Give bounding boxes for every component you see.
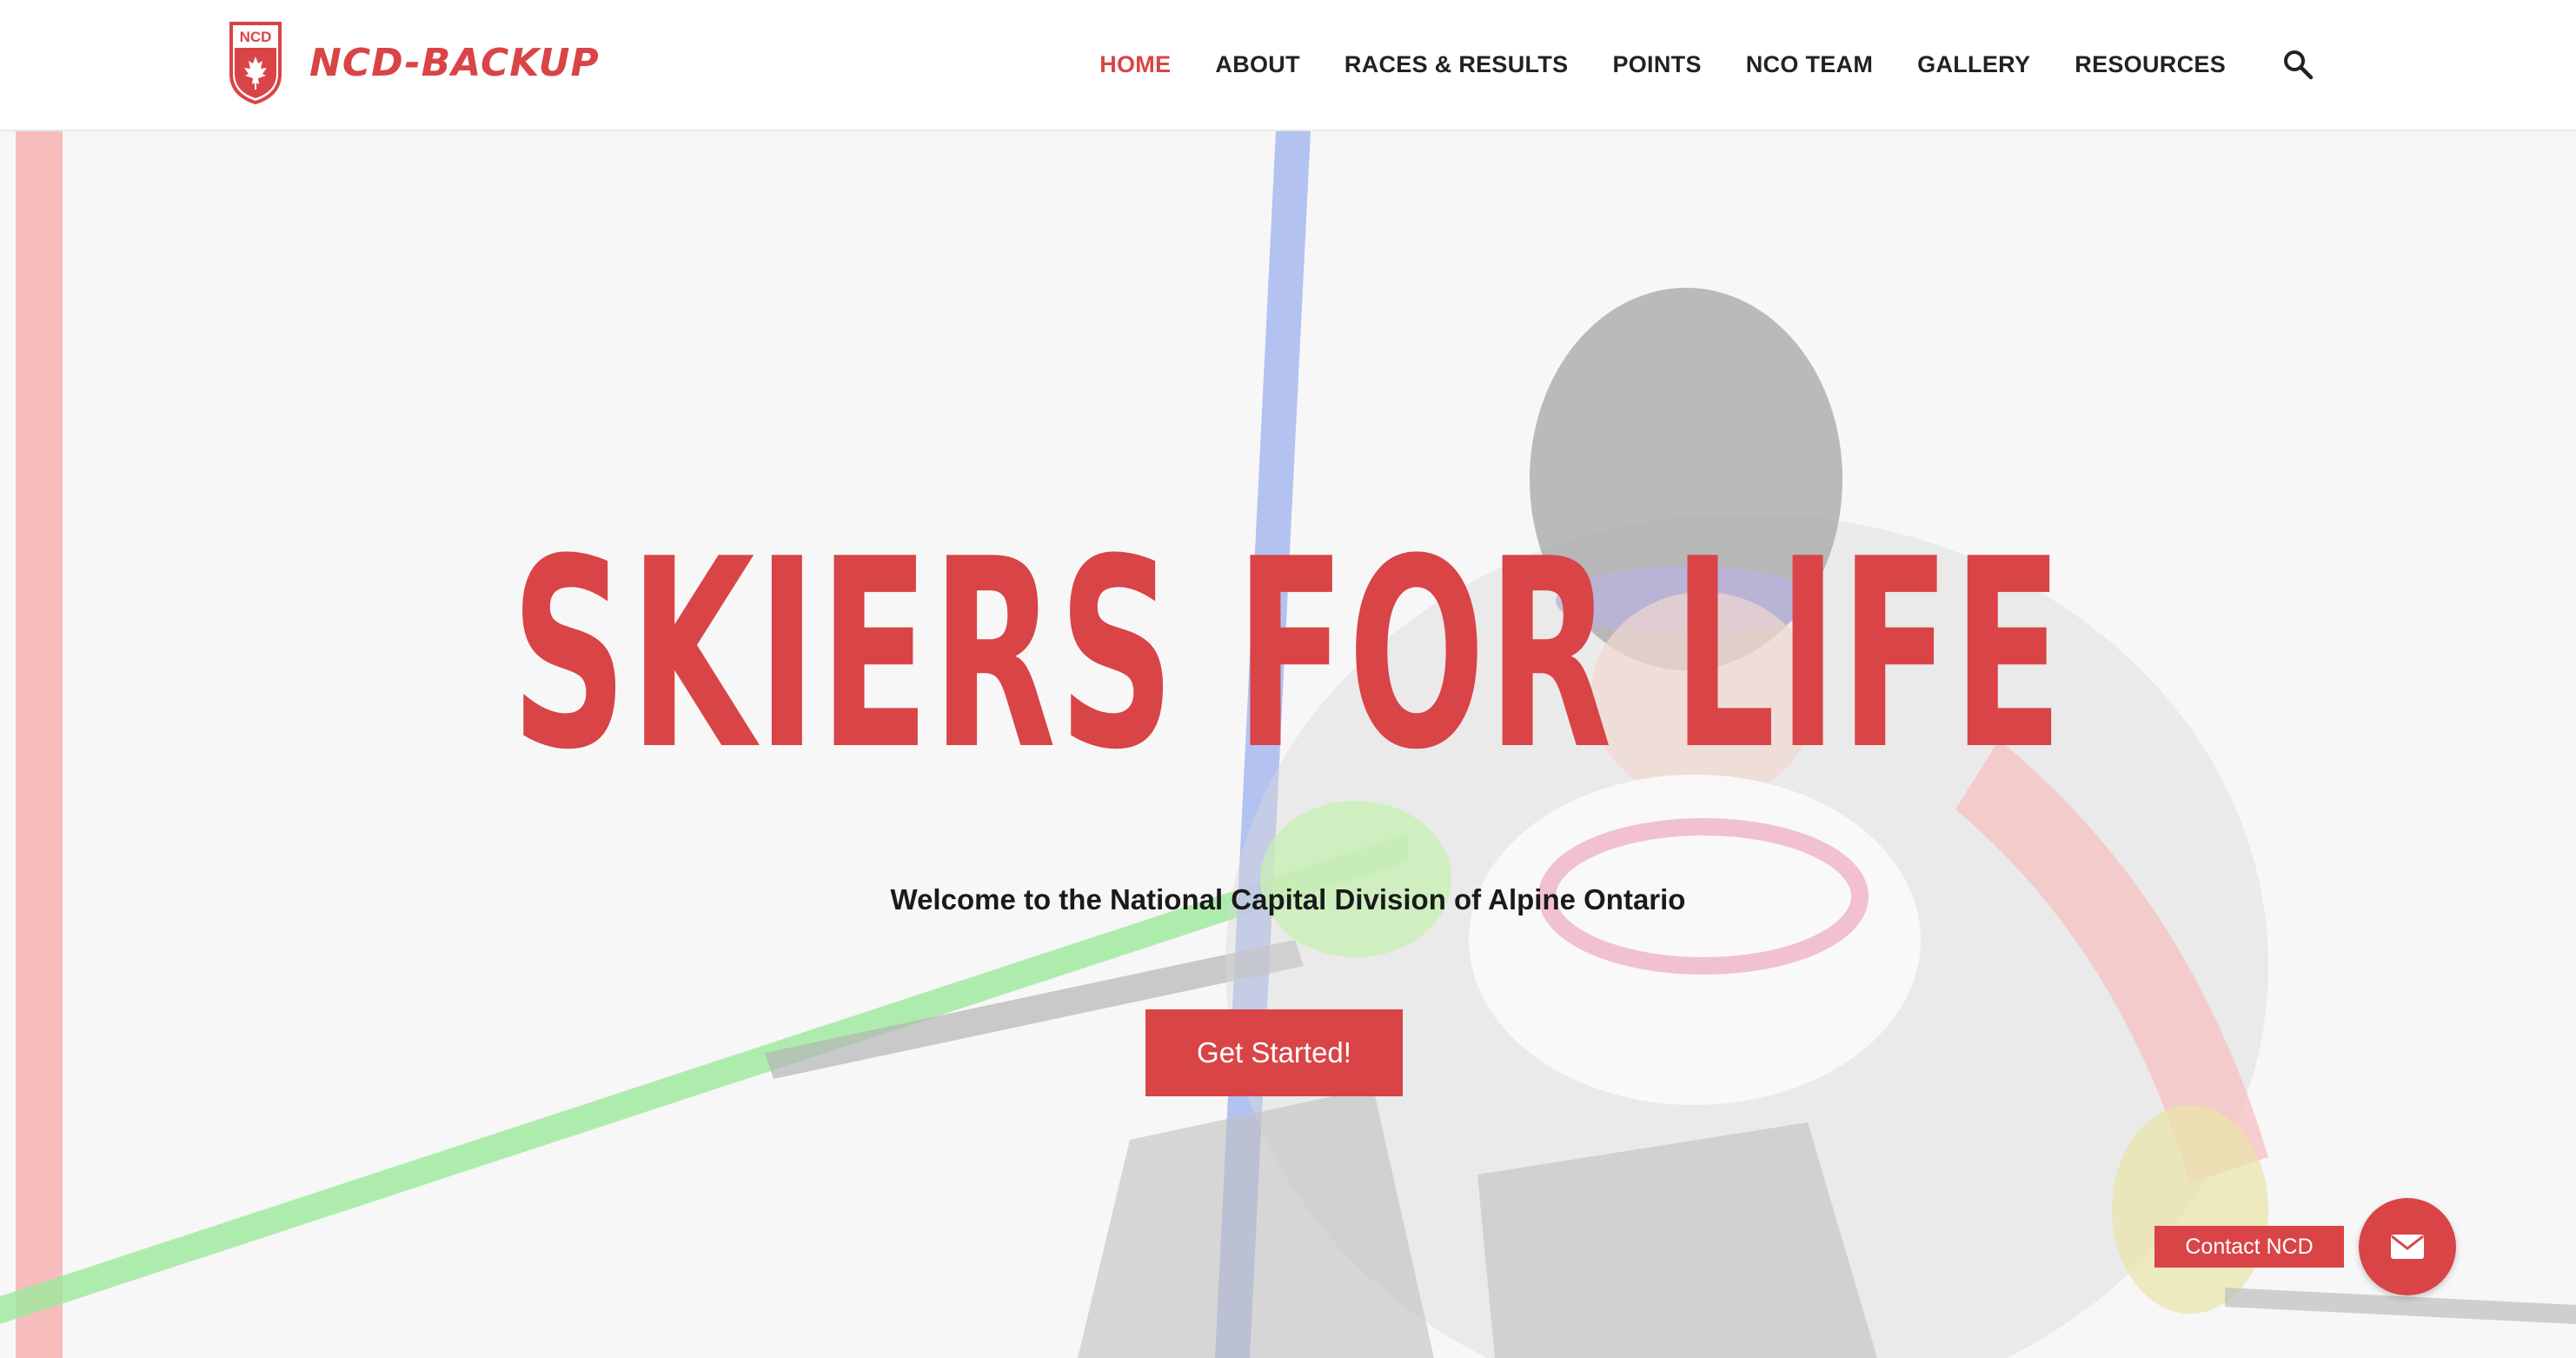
main-nav: HOME ABOUT RACES & RESULTS POINTS NCO TE… — [1099, 0, 2576, 129]
site-logo[interactable]: NCD NCD-BACKUP — [228, 19, 600, 106]
nav-points[interactable]: POINTS — [1612, 51, 1701, 78]
contact-button[interactable] — [2359, 1198, 2456, 1295]
nav-races-results[interactable]: RACES & RESULTS — [1344, 51, 1569, 78]
nav-gallery[interactable]: GALLERY — [1917, 51, 2030, 78]
nav-home[interactable]: HOME — [1099, 51, 1171, 78]
nav-resources[interactable]: RESOURCES — [2075, 51, 2226, 78]
logo-text: NCD-BACKUP — [309, 40, 600, 85]
page: NCD NCD-BACKUP HOME ABOUT RACES & RESULT… — [0, 0, 2576, 1358]
logo-badge-text: NCD — [240, 29, 272, 45]
nav-nco-team[interactable]: NCO TEAM — [1746, 51, 1873, 78]
nav-about[interactable]: ABOUT — [1215, 51, 1300, 78]
site-header: NCD NCD-BACKUP HOME ABOUT RACES & RESULT… — [0, 0, 2576, 131]
hero-title: SKIERS FOR LIFE — [510, 503, 2066, 807]
envelope-icon — [2391, 1235, 2424, 1259]
hero-subtitle: Welcome to the National Capital Division… — [890, 883, 1686, 915]
hero-section: SKIERS FOR LIFE Welcome to the National … — [0, 131, 2576, 1358]
ncd-shield-logo-icon: NCD — [229, 22, 282, 105]
search-button[interactable] — [2281, 47, 2315, 82]
contact-ncd-label[interactable]: Contact NCD — [2154, 1226, 2344, 1268]
search-icon — [2284, 50, 2314, 80]
get-started-button[interactable]: Get Started! — [1145, 1009, 1403, 1096]
